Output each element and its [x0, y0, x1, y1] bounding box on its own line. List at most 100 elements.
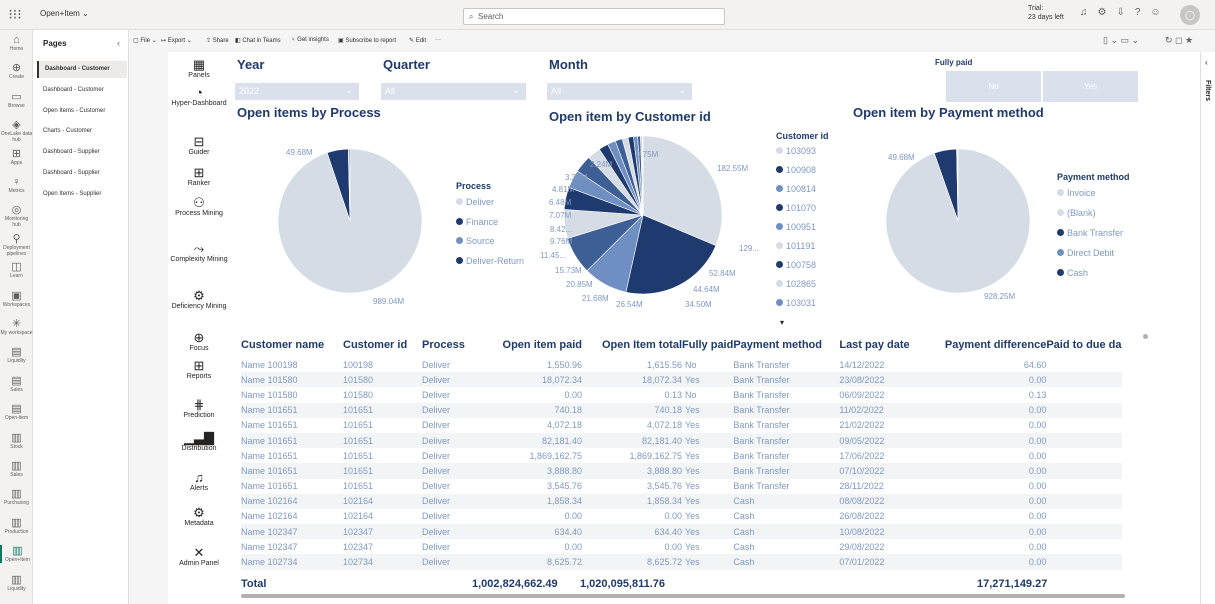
more-options-icon[interactable]: ··· [435, 37, 441, 43]
legend-item-payment[interactable]: (Blank) [1057, 208, 1096, 218]
legend-item-customer[interactable]: 100908 [776, 165, 816, 175]
table-row[interactable]: Name 102164 102164 Deliver 0.00 0.00 Yes Cash 2… [241, 509, 1122, 524]
app-launcher-icon[interactable]: ⁝⁝⁝ [6, 6, 24, 24]
nav-item[interactable]: ⊞ Reports [168, 358, 230, 381]
legend-item-customer[interactable]: 102865 [776, 279, 816, 289]
table-row[interactable]: Name 101651 101651 Deliver 740.18 740.18 Yes B… [241, 402, 1122, 418]
nav-item[interactable]: ◔ Hyper-Dashboard [168, 85, 230, 108]
nav-item[interactable]: ▦ Panels [168, 57, 230, 80]
legend-item-process[interactable]: Deliver [456, 197, 494, 207]
workspace-switcher[interactable]: Open+Item ⌄ [40, 9, 89, 18]
rail-item[interactable]: ◈ OneLake data hub [0, 119, 33, 143]
legend-item-customer[interactable]: 101191 [776, 241, 815, 251]
legend-item-payment[interactable]: Bank Transfer [1057, 228, 1123, 238]
nav-item[interactable]: ⚙ Deficiency Mining [168, 288, 230, 311]
get-insights-button[interactable]: ♀ Get insights [291, 37, 329, 43]
rail-item[interactable]: ✳ My workspace [0, 318, 33, 336]
share-button[interactable]: ⇪ Share [206, 37, 229, 44]
chat-in-teams-button[interactable]: ◧ Chat in Teams [235, 37, 281, 44]
nav-item[interactable]: ⤳ Complexity Mining [168, 241, 230, 264]
legend-item-customer[interactable]: 101070 [776, 203, 816, 213]
page-item[interactable]: Dashboard - Supplier [37, 165, 127, 182]
rail-item[interactable]: ▥ Purchasing [0, 488, 33, 506]
search-input[interactable]: ⌕ Search [463, 8, 725, 25]
legend-item-customer[interactable]: 103093 [776, 146, 816, 156]
nav-item[interactable]: ⚙ Metadata [168, 505, 230, 528]
column-header[interactable]: Customer id [343, 333, 422, 357]
file-menu[interactable]: ▢ File ⌄ [133, 37, 157, 44]
top-icons[interactable]: ♫⚙⇩?☺ [1080, 7, 1171, 18]
scroll-indicator[interactable] [1143, 334, 1148, 339]
legend-item-process[interactable]: Deliver-Return [456, 256, 524, 266]
nav-item[interactable]: ⊟ Guider [168, 134, 230, 157]
rail-item[interactable]: ▥ Open+Item [0, 545, 33, 564]
fully-paid-no-button[interactable]: No [946, 71, 1041, 102]
rail-item[interactable]: ▣ Workspaces [0, 290, 33, 308]
column-header[interactable]: Payment method [733, 333, 839, 357]
nav-item[interactable]: ✕ Admin Panel [168, 545, 230, 568]
rail-item[interactable]: ⚲ Deployment pipelines [0, 233, 33, 257]
export-menu[interactable]: ↦ Export ⌄ [161, 37, 192, 44]
nav-item[interactable]: ⚇ Process Mining [168, 195, 230, 218]
nav-item[interactable]: ⊕ Focus [168, 330, 230, 353]
legend-item-customer[interactable]: 100758 [776, 260, 816, 270]
table-row[interactable]: Name 102347 102347 Deliver 634.40 634.40 Yes C… [241, 524, 1122, 540]
table-row[interactable]: Name 102164 102164 Deliver 1,858.34 1,858.34… [241, 493, 1122, 509]
rail-item[interactable]: ⊕ Create [0, 62, 33, 80]
table-row[interactable]: Name 102347 102347 Deliver 0.00 0.00 Yes Cash 2… [241, 539, 1122, 554]
rail-item[interactable]: ▭ Browse [0, 91, 33, 109]
legend-item-customer[interactable]: 103031 [776, 298, 816, 308]
column-header[interactable]: Paid to due da [1046, 333, 1121, 357]
rail-item[interactable]: ▤ Sales [0, 375, 33, 393]
rail-item[interactable]: ▤ Liquidity [0, 346, 33, 364]
rail-item[interactable]: ◎ Monitoring hub [0, 204, 33, 228]
page-item[interactable]: Charts - Customer [37, 123, 127, 140]
nav-item[interactable]: ⋕ Prediction [168, 397, 230, 420]
rail-item[interactable]: ⌂ Home [0, 34, 33, 52]
rail-item[interactable]: ◫ Learn [0, 261, 33, 279]
page-item[interactable]: Open Items - Supplier [37, 186, 127, 203]
nav-item[interactable]: ⊞ Ranker [168, 165, 230, 188]
edit-button[interactable]: ✎ Edit [409, 37, 426, 44]
rail-item[interactable]: ▥ Liquidity [0, 574, 33, 592]
table-row[interactable]: Name 101651 101651 Deliver 3,545.76 3,545.76… [241, 479, 1122, 494]
bookmark-icon[interactable]: ▯ ⌄ ▭ ⌄ [1103, 35, 1139, 46]
column-header[interactable]: Fully paid [682, 333, 733, 357]
rail-item[interactable]: ▤ Open-item [0, 403, 33, 421]
legend-item-payment[interactable]: Invoice [1057, 188, 1096, 198]
legend-item-process[interactable]: Source [456, 236, 495, 246]
year-slicer[interactable]: 2022 ⌄ [235, 83, 359, 100]
page-item[interactable]: Dashboard - Customer [37, 82, 127, 99]
column-header[interactable]: Open Item total [582, 333, 682, 357]
table-row[interactable]: Name 101651 101651 Deliver 4,072.18 4,072.18… [241, 418, 1122, 433]
legend-item-payment[interactable]: Direct Debit [1057, 248, 1114, 258]
avatar[interactable]: ◯ [1180, 5, 1200, 25]
rail-item[interactable]: ▥ Stock [0, 432, 33, 450]
table-row[interactable]: Name 100198 100198 Deliver 1,550.96 1,615.56… [241, 357, 1122, 372]
page-item[interactable]: Open Items - Customer [37, 103, 127, 120]
legend-more-icon[interactable]: ▾ [780, 318, 784, 327]
column-header[interactable]: Last pay date [839, 333, 921, 357]
table-row[interactable]: Name 102734 102734 Deliver 8,625.72 8,625.72… [241, 554, 1122, 570]
legend-item-process[interactable]: Finance [456, 217, 498, 227]
quarter-slicer[interactable]: All ⌄ [381, 83, 526, 100]
rail-item[interactable]: ⊞ Apps [0, 148, 33, 166]
horizontal-scrollbar[interactable] [241, 594, 1125, 598]
nav-item[interactable]: ▁▃▇ Distribution [168, 430, 230, 453]
table-row[interactable]: Name 101651 101651 Deliver 82,181.40 82,181.… [241, 432, 1122, 449]
legend-item-payment[interactable]: Cash [1057, 268, 1088, 278]
rail-item[interactable]: ♀ Metrics [0, 176, 33, 194]
refresh-icon[interactable]: ↻ ◻ ★ [1165, 35, 1193, 46]
filters-pane[interactable]: ‹ Filters [1200, 52, 1215, 604]
fully-paid-yes-button[interactable]: Yes [1043, 71, 1138, 102]
page-item[interactable]: Dashboard - Supplier [37, 144, 127, 161]
page-item[interactable]: Dashboard - Customer [37, 61, 127, 78]
column-header[interactable]: Open item paid [472, 333, 582, 357]
table-row[interactable]: Name 101580 101580 Deliver 0.00 0.13 No Bank T… [241, 387, 1122, 402]
legend-item-customer[interactable]: 100814 [776, 184, 816, 194]
rail-item[interactable]: ▥ Sales [0, 460, 33, 478]
nav-item[interactable]: ♫ Alerts [168, 470, 230, 493]
rail-item[interactable]: ▥ Production [0, 517, 33, 535]
collapse-icon[interactable]: ‹ [117, 38, 120, 48]
subscribe-button[interactable]: ▣ Subscribe to report [338, 37, 396, 44]
